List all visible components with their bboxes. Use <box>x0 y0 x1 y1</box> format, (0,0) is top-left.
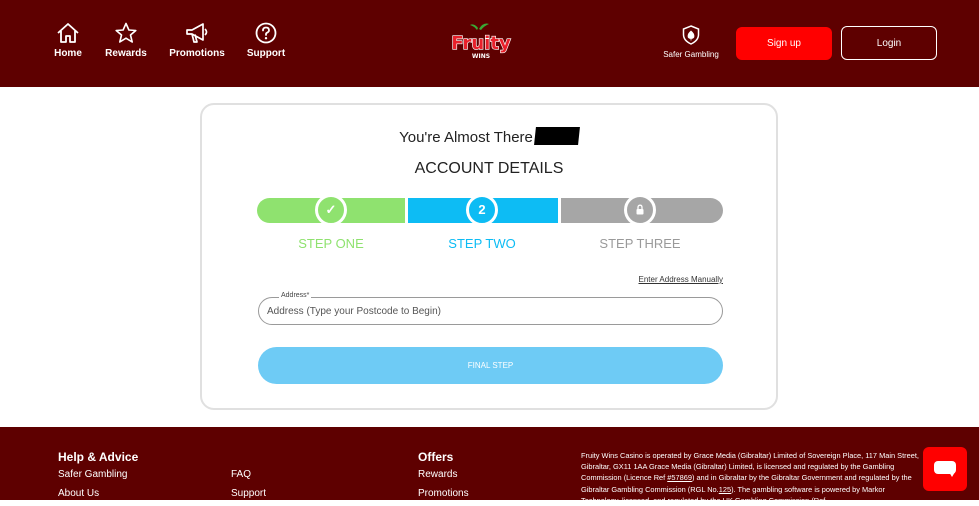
nav-support-label: Support <box>246 48 286 59</box>
licence-ref-link[interactable]: #57869 <box>667 473 692 482</box>
legal-text: Fruity Wins Casino is operated by Grace … <box>581 450 921 506</box>
chat-icon-tail <box>949 472 955 477</box>
registration-card: You're Almost There ACCOUNT DETAILS ✓ 2 … <box>200 103 778 410</box>
star-icon <box>115 22 137 43</box>
redacted-name <box>533 127 580 145</box>
address-input[interactable] <box>267 303 707 319</box>
step-one-marker: ✓ <box>315 194 347 226</box>
safer-gambling-link[interactable]: Safer Gambling <box>660 25 722 59</box>
nav-promotions-label: Promotions <box>169 48 225 59</box>
live-chat-button[interactable] <box>923 447 967 491</box>
footer-faq-link[interactable]: FAQ <box>231 469 251 480</box>
nav-rewards-label: Rewards <box>105 48 147 59</box>
footer-rewards-link[interactable]: Rewards <box>418 469 457 480</box>
home-icon <box>57 23 79 43</box>
question-icon <box>255 22 277 44</box>
logo-sub-text: WINS <box>472 53 490 60</box>
nav-home-label: Home <box>54 48 82 59</box>
login-button[interactable]: Login <box>841 26 937 60</box>
step-two-marker: 2 <box>466 194 498 226</box>
step-two-number: 2 <box>478 202 486 217</box>
safer-gambling-label: Safer Gambling <box>663 50 719 59</box>
step-one-label: STEP ONE <box>298 236 364 251</box>
card-subtitle: ACCOUNT DETAILS <box>414 160 564 177</box>
nav-promotions[interactable]: Promotions <box>167 22 227 59</box>
check-icon: ✓ <box>325 202 337 217</box>
final-step-button[interactable]: FINAL STEP <box>258 347 723 384</box>
megaphone-icon <box>186 23 208 43</box>
signup-button[interactable]: Sign up <box>736 27 832 60</box>
address-field[interactable]: Address* <box>258 292 723 325</box>
rgl-ref-link[interactable]: 125 <box>719 485 731 494</box>
card-title-text: You're Almost There <box>399 129 533 146</box>
step-two-label: STEP TWO <box>448 236 516 251</box>
footer-about-us-link[interactable]: About Us <box>58 488 99 499</box>
enter-address-manually-link[interactable]: Enter Address Manually <box>622 275 724 284</box>
lock-icon <box>636 204 644 215</box>
logo-main-text: Fruity <box>451 33 511 54</box>
footer-promotions-link[interactable]: Promotions <box>418 488 469 499</box>
step-three-marker <box>624 194 656 226</box>
nav-home[interactable]: Home <box>38 22 98 59</box>
address-field-label: Address* <box>279 292 312 299</box>
shield-icon <box>682 25 700 45</box>
site-footer: Help & Advice Safer Gambling About Us FA… <box>0 427 979 505</box>
offers-heading: Offers <box>418 450 454 464</box>
card-title: You're Almost There <box>202 127 776 146</box>
site-header: Home Rewards Promotions Support Fruity W… <box>0 0 979 87</box>
footer-support-link[interactable]: Support <box>231 488 266 499</box>
nav-support[interactable]: Support <box>236 22 296 59</box>
step-three-label: STEP THREE <box>599 236 681 251</box>
help-advice-heading: Help & Advice <box>58 450 139 464</box>
nav-rewards[interactable]: Rewards <box>96 22 156 59</box>
footer-safer-gambling-link[interactable]: Safer Gambling <box>58 469 127 480</box>
fruity-wins-logo[interactable]: Fruity WINS <box>446 22 516 64</box>
